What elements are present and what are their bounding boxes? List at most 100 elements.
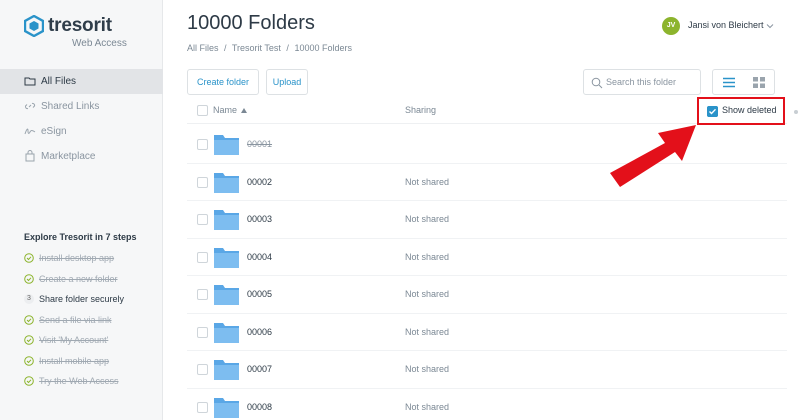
folder-icon [214, 210, 239, 230]
logo[interactable]: tresorit Web Access [24, 15, 144, 51]
list-view-button[interactable] [712, 69, 744, 95]
sidebar-item-label: Marketplace [41, 151, 96, 162]
table-row[interactable]: 00006 Not shared [187, 314, 787, 351]
row-checkbox[interactable] [197, 139, 208, 150]
sidebar-nav: All Files Shared Links eSign Marketplace [0, 69, 163, 169]
chevron-down-icon [766, 24, 774, 29]
sharing-status: Not shared [405, 214, 450, 224]
brand-subtitle: Web Access [72, 38, 127, 49]
table-row[interactable]: 00008 Not shared [187, 389, 787, 420]
folder-name[interactable]: 00002 [247, 177, 272, 187]
column-header-name[interactable]: Name [213, 105, 237, 115]
row-checkbox[interactable] [197, 401, 208, 413]
upload-button[interactable]: Upload [266, 69, 308, 95]
row-checkbox[interactable] [197, 251, 208, 263]
check-circle-icon [24, 273, 34, 284]
row-checkbox[interactable] [197, 364, 208, 375]
sidebar-item-marketplace[interactable]: Marketplace [0, 144, 163, 169]
show-deleted-label: Show deleted [722, 105, 777, 115]
step-item[interactable]: Create a new folder [24, 269, 159, 290]
page-title: 10000 Folders [187, 12, 315, 34]
breadcrumb-separator: / [286, 43, 289, 53]
step-item[interactable]: Visit 'My Account' [24, 330, 159, 351]
column-header-sharing: Sharing [405, 105, 437, 115]
signature-icon [24, 128, 36, 135]
sidebar-item-label: Shared Links [41, 101, 100, 112]
row-checkbox[interactable] [197, 176, 208, 188]
step-item[interactable]: Install desktop app [24, 248, 159, 269]
avatar: JV [662, 17, 680, 35]
folder-name[interactable]: 00004 [247, 252, 272, 262]
sort-ascending-icon [241, 108, 247, 113]
sharing-status: Not shared [405, 289, 450, 299]
table-row[interactable]: 00007 Not shared [187, 351, 787, 389]
sharing-status: Not shared [405, 251, 450, 262]
grid-view-button[interactable] [743, 69, 775, 95]
folder-icon [214, 322, 239, 343]
check-circle-icon [24, 253, 34, 263]
table-row[interactable]: 00005 Not shared [187, 276, 787, 314]
select-all-checkbox[interactable] [197, 105, 208, 116]
breadcrumb-item-all-files[interactable]: All Files [187, 43, 219, 53]
row-checkbox[interactable] [197, 326, 208, 338]
explore-steps: Explore Tresorit in 7 steps Install desk… [24, 232, 159, 392]
show-deleted-checkbox[interactable] [707, 106, 718, 117]
breadcrumb-item-tresorit-test[interactable]: Tresorit Test [232, 43, 281, 53]
scrollbar-indicator[interactable] [794, 110, 798, 114]
annotation-arrow [610, 125, 696, 187]
grid-view-icon [753, 77, 765, 88]
table-row[interactable]: 00003 Not shared [187, 201, 787, 239]
step-item[interactable]: Install mobile app [24, 351, 159, 372]
link-icon [24, 102, 36, 110]
check-circle-icon [24, 355, 34, 366]
shop-icon [25, 150, 35, 162]
sharing-status: Not shared [405, 176, 450, 187]
row-checkbox[interactable] [197, 289, 208, 300]
explore-title: Explore Tresorit in 7 steps [24, 232, 137, 242]
step-label: Send a file via link [39, 314, 112, 325]
sidebar-item-shared-links[interactable]: Shared Links [0, 94, 163, 119]
user-name: Jansi von Bleichert [688, 20, 764, 30]
folder-icon [214, 135, 239, 155]
breadcrumb: All Files / Tresorit Test / 10000 Folder… [187, 43, 355, 53]
sidebar-item-label: All Files [41, 76, 77, 87]
sharing-status: Not shared [405, 364, 450, 374]
sidebar-item-all-files[interactable]: All Files [0, 69, 163, 94]
step-label: Try the Web Access [39, 376, 119, 386]
step-label: Install desktop app [39, 253, 115, 263]
folder-icon [214, 360, 239, 380]
step-item[interactable]: Try the Web Access [24, 371, 159, 392]
brand-name: tresorit [48, 15, 112, 36]
folder-name[interactable]: 00006 [247, 327, 272, 337]
sidebar-item-esign[interactable]: eSign [0, 119, 163, 144]
folder-icon [214, 172, 239, 193]
sharing-status: Not shared [405, 401, 450, 412]
folder-icon [24, 77, 36, 86]
check-circle-icon [24, 314, 34, 325]
folder-name[interactable]: 00008 [247, 402, 272, 412]
step-label: Visit 'My Account' [39, 335, 109, 345]
search-box [583, 69, 701, 95]
folder-name[interactable]: 00007 [247, 364, 272, 374]
table-row[interactable]: 00004 Not shared [187, 239, 787, 276]
step-item[interactable]: Send a file via link [24, 310, 159, 331]
step-label: Share folder securely [39, 294, 125, 304]
tresorit-logo-icon [24, 15, 44, 37]
show-deleted-toggle[interactable]: Show deleted [697, 97, 785, 125]
folder-icon [214, 285, 239, 305]
sharing-status: Not shared [405, 326, 450, 337]
row-checkbox[interactable] [197, 214, 208, 225]
folder-icon [214, 247, 239, 268]
breadcrumb-separator: / [224, 43, 227, 53]
folder-name[interactable]: 00003 [247, 214, 272, 224]
sidebar-item-label: eSign [41, 126, 67, 137]
search-input[interactable] [606, 74, 698, 90]
step-item-current[interactable]: 3 Share folder securely [24, 289, 159, 310]
check-circle-icon [24, 376, 34, 386]
step-number: 3 [24, 294, 34, 304]
folder-name[interactable]: 00005 [247, 289, 272, 299]
folder-name[interactable]: 00001 [247, 139, 272, 149]
step-label: Install mobile app [39, 355, 110, 366]
breadcrumb-item-current: 10000 Folders [294, 43, 352, 53]
create-folder-button[interactable]: Create folder [187, 69, 259, 95]
